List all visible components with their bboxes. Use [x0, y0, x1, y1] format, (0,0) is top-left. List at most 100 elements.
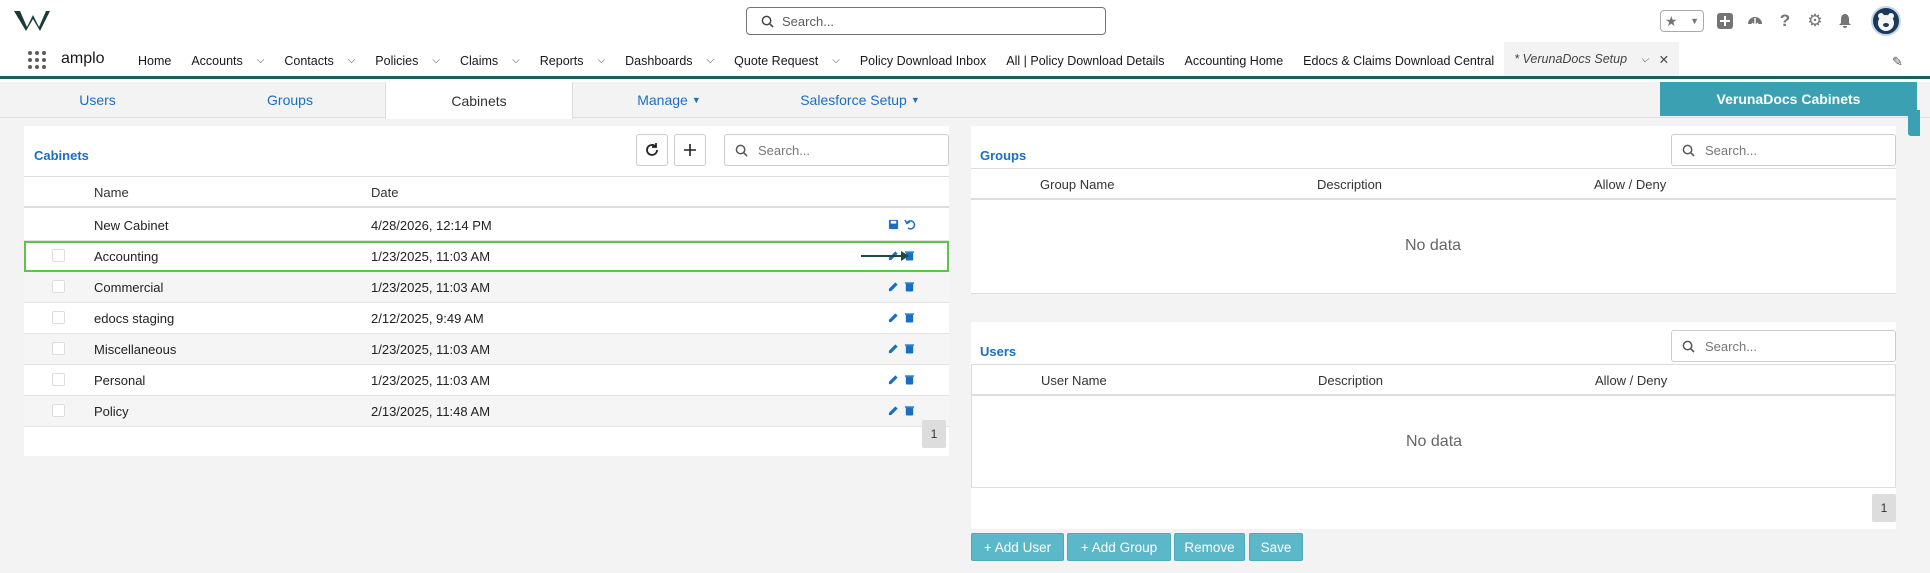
cabinets-search-input[interactable]: Search...: [724, 134, 949, 166]
bell-icon[interactable]: [1836, 12, 1854, 30]
nav-item-reports[interactable]: Reports ⌵: [530, 42, 615, 79]
add-group-button[interactable]: + Add Group: [1067, 533, 1171, 561]
close-icon[interactable]: ✕: [1659, 52, 1669, 67]
trash-icon[interactable]: [904, 373, 916, 385]
global-search-placeholder: Search...: [782, 13, 835, 29]
trash-icon[interactable]: [904, 342, 916, 354]
plus-icon[interactable]: [1716, 12, 1734, 30]
verunadocs-cabinets-button[interactable]: VerunaDocs Cabinets: [1660, 82, 1917, 116]
cabinets-pagination-page[interactable]: 1: [922, 420, 946, 448]
edit-icon[interactable]: [888, 342, 900, 354]
tab-cabinets-label: Cabinets: [451, 92, 507, 109]
column-description[interactable]: Description: [1317, 177, 1382, 192]
cabinet-date: 2/13/2025, 11:48 AM: [371, 404, 491, 419]
save-icon[interactable]: [888, 218, 900, 230]
save-button[interactable]: Save: [1249, 533, 1303, 561]
nav-item-accounts[interactable]: Accounts ⌵: [181, 42, 274, 79]
trailhead-icon[interactable]: [1746, 12, 1764, 30]
global-search-input[interactable]: Search...: [746, 7, 1106, 35]
chevron-down-icon[interactable]: ⌵: [257, 55, 265, 66]
table-row[interactable]: New Cabinet 4/28/2026, 12:14 PM: [24, 210, 949, 241]
trash-icon[interactable]: [904, 311, 916, 323]
search-icon: [761, 15, 774, 28]
edit-icon[interactable]: [888, 311, 900, 323]
table-row[interactable]: Miscellaneous 1/23/2025, 11:03 AM: [24, 334, 949, 365]
row-checkbox[interactable]: [52, 404, 65, 417]
refresh-icon: [646, 143, 658, 156]
row-checkbox[interactable]: [52, 311, 65, 324]
table-row[interactable]: Personal 1/23/2025, 11:03 AM: [24, 365, 949, 396]
tab-groups[interactable]: Groups: [195, 82, 385, 118]
cabinet-name: Personal: [94, 373, 146, 388]
add-cabinet-button[interactable]: [674, 134, 706, 166]
users-pagination-page[interactable]: 1: [1872, 494, 1896, 522]
nav-items: Home Accounts ⌵ Contacts ⌵ Policies ⌵ Claims ⌵ Re…: [128, 42, 1680, 79]
help-icon[interactable]: ?: [1776, 11, 1794, 30]
nav-item-policies[interactable]: Policies ⌵: [365, 42, 450, 79]
row-checkbox[interactable]: [52, 373, 65, 386]
cabinets-title: Cabinets: [34, 148, 89, 163]
column-allow-deny[interactable]: Allow / Deny: [1594, 177, 1666, 192]
chevron-down-icon[interactable]: ⌵: [598, 55, 606, 66]
nav-item-quote-request[interactable]: Quote Request ⌵: [724, 42, 850, 79]
chevron-down-icon[interactable]: ⌵: [707, 55, 715, 66]
tab-manage[interactable]: Manage ▼: [573, 82, 765, 118]
chevron-down-icon[interactable]: ▼: [1690, 16, 1699, 26]
tab-cabinets[interactable]: Cabinets: [385, 82, 573, 119]
column-name[interactable]: Name: [94, 185, 129, 200]
nav-item-dashboards[interactable]: Dashboards ⌵: [615, 42, 724, 79]
chevron-down-icon[interactable]: ⌵: [432, 55, 440, 66]
chevron-down-icon[interactable]: ⌵: [832, 55, 840, 66]
tab-users[interactable]: Users: [0, 82, 195, 118]
table-row[interactable]: Commercial 1/23/2025, 11:03 AM: [24, 272, 949, 303]
tab-manage-label: Manage: [637, 92, 688, 108]
column-user-name[interactable]: User Name: [1041, 373, 1107, 388]
nav-item-claims[interactable]: Claims ⌵: [450, 42, 530, 79]
user-avatar[interactable]: [1871, 6, 1901, 36]
nav-tab-verunadocs-setup[interactable]: * VerunaDocs Setup ⌵ ✕: [1504, 42, 1680, 79]
nav-item-contacts[interactable]: Contacts ⌵: [274, 42, 365, 79]
nav-item-all-policy-download-details[interactable]: All | Policy Download Details: [996, 42, 1174, 79]
chevron-down-icon[interactable]: ⌵: [1641, 54, 1649, 65]
favorites-button[interactable]: ★ ▼: [1660, 10, 1704, 32]
nav-item-accounting-home[interactable]: Accounting Home: [1174, 42, 1293, 79]
nav-item-label: Contacts: [284, 53, 334, 68]
trash-icon[interactable]: [904, 280, 916, 292]
column-description[interactable]: Description: [1318, 373, 1383, 388]
groups-search-input[interactable]: Search...: [1671, 134, 1896, 166]
tab-salesforce-setup[interactable]: Salesforce Setup ▼: [765, 82, 955, 118]
nav-item-label: Accounting Home: [1184, 53, 1284, 68]
nav-item-edocs-claims-download-central[interactable]: Edocs & Claims Download Central: [1293, 42, 1504, 79]
row-checkbox[interactable]: [52, 280, 65, 293]
edit-icon[interactable]: [888, 373, 900, 385]
add-user-button[interactable]: + Add User: [971, 533, 1064, 561]
table-row[interactable]: Accounting 1/23/2025, 11:03 AM: [24, 241, 949, 272]
refresh-button[interactable]: [636, 134, 668, 166]
chevron-down-icon[interactable]: ⌵: [512, 55, 520, 66]
column-group-name[interactable]: Group Name: [1040, 177, 1114, 192]
app-launcher-icon[interactable]: [28, 51, 46, 69]
side-panel-handle[interactable]: [1908, 110, 1920, 136]
cabinet-date: 1/23/2025, 11:03 AM: [371, 342, 491, 357]
cabinets-table: Name Date New Cabinet 4/28/2026, 12:14 PM…: [24, 176, 949, 427]
company-logo[interactable]: [14, 9, 50, 33]
users-search-input[interactable]: Search...: [1671, 330, 1896, 362]
gear-icon[interactable]: ⚙: [1806, 11, 1824, 30]
row-checkbox[interactable]: [52, 249, 65, 262]
column-date[interactable]: Date: [371, 185, 398, 200]
nav-item-home[interactable]: Home: [128, 42, 181, 79]
edit-nav-icon[interactable]: ✎: [1892, 54, 1903, 70]
table-row[interactable]: Policy 2/13/2025, 11:48 AM: [24, 396, 949, 427]
table-row[interactable]: edocs staging 2/12/2025, 9:49 AM: [24, 303, 949, 334]
cabinets-table-header: Name Date: [24, 177, 949, 208]
trash-icon[interactable]: [904, 404, 916, 416]
column-allow-deny[interactable]: Allow / Deny: [1595, 373, 1667, 388]
edit-icon[interactable]: [888, 404, 900, 416]
chevron-down-icon[interactable]: ⌵: [348, 55, 356, 66]
undo-icon[interactable]: [904, 218, 916, 230]
edit-icon[interactable]: [888, 280, 900, 292]
groups-empty-state: No data: [1405, 237, 1462, 254]
nav-item-policy-download-inbox[interactable]: Policy Download Inbox: [850, 42, 996, 79]
row-checkbox[interactable]: [52, 342, 65, 355]
remove-button[interactable]: Remove: [1174, 533, 1245, 561]
